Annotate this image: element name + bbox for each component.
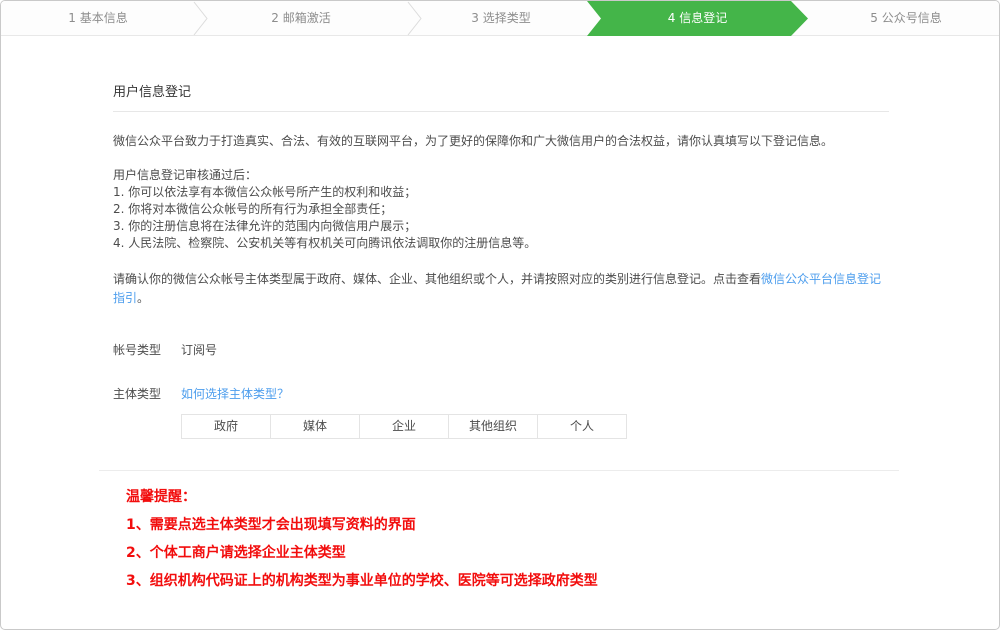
subject-type-help-link[interactable]: 如何选择主体类型？ bbox=[181, 385, 289, 402]
confirm-text: 请确认你的微信公众帐号主体类型属于政府、媒体、企业、其他组织或个人，并请按照对应… bbox=[113, 272, 761, 286]
step-select-type: 3 选择类型 bbox=[471, 1, 530, 36]
step-basic-info: 1 基本信息 bbox=[68, 1, 127, 36]
notice-item: 1、需要点选主体类型才会出现填写资料的界面 bbox=[126, 511, 889, 539]
subject-type-label: 主体类型 bbox=[113, 385, 181, 402]
intro-paragraph: 微信公众平台致力于打造真实、合法、有效的互联网平台，为了更好的保障你和广大微信用… bbox=[113, 133, 889, 150]
title-block: 用户信息登记 bbox=[113, 81, 889, 112]
tab-government[interactable]: 政府 bbox=[181, 414, 271, 439]
tab-individual[interactable]: 个人 bbox=[537, 414, 627, 439]
step-email-activate: 2 邮箱激活 bbox=[271, 1, 330, 36]
review-item: 1. 你可以依法享有本微信公众帐号所产生的权利和收益； bbox=[113, 184, 889, 201]
account-type-label: 帐号类型 bbox=[113, 341, 181, 358]
account-type-row: 帐号类型 订阅号 bbox=[113, 341, 889, 358]
notice-item: 3、组织机构代码证上的机构类型为事业单位的学校、医院等可选择政府类型 bbox=[126, 567, 889, 595]
main-content: 用户信息登记 微信公众平台致力于打造真实、合法、有效的互联网平台，为了更好的保障… bbox=[1, 36, 999, 595]
step-info-registration-active: 4 信息登记 bbox=[587, 1, 808, 36]
subject-type-tabs: 政府 媒体 企业 其他组织 个人 bbox=[181, 414, 889, 439]
review-header: 用户信息登记审核通过后： bbox=[113, 167, 889, 184]
confirm-suffix: 。 bbox=[137, 291, 149, 305]
step-wizard: 1 基本信息 2 邮箱激活 3 选择类型 4 信息登记 5 公众号信息 bbox=[1, 1, 999, 36]
page-title: 用户信息登记 bbox=[113, 81, 889, 100]
review-item: 4. 人民法院、检察院、公安机关等有权机关可向腾讯依法调取你的注册信息等。 bbox=[113, 235, 889, 252]
tab-enterprise[interactable]: 企业 bbox=[359, 414, 449, 439]
notice-title: 温馨提醒： bbox=[126, 483, 889, 511]
step-account-info: 5 公众号信息 bbox=[870, 1, 941, 36]
notice-item: 2、个体工商户请选择企业主体类型 bbox=[126, 539, 889, 567]
section-divider bbox=[99, 470, 899, 471]
review-item: 2. 你将对本微信公众帐号的所有行为承担全部责任； bbox=[113, 201, 889, 218]
tab-media[interactable]: 媒体 bbox=[270, 414, 360, 439]
step-separator-chevron bbox=[193, 1, 209, 36]
review-terms-list: 用户信息登记审核通过后： 1. 你可以依法享有本微信公众帐号所产生的权利和收益；… bbox=[113, 167, 889, 252]
registration-window: 1 基本信息 2 邮箱激活 3 选择类型 4 信息登记 5 公众号信息 用户信息… bbox=[0, 0, 1000, 630]
warm-notice: 温馨提醒： 1、需要点选主体类型才会出现填写资料的界面 2、个体工商户请选择企业… bbox=[126, 483, 889, 595]
tab-organization[interactable]: 其他组织 bbox=[448, 414, 538, 439]
review-item: 3. 你的注册信息将在法律允许的范围内向微信用户展示； bbox=[113, 218, 889, 235]
account-type-value: 订阅号 bbox=[181, 341, 217, 358]
step-separator-chevron bbox=[407, 1, 423, 36]
subject-type-row: 主体类型 如何选择主体类型？ bbox=[113, 385, 889, 402]
confirm-paragraph: 请确认你的微信公众帐号主体类型属于政府、媒体、企业、其他组织或个人，并请按照对应… bbox=[113, 270, 889, 308]
